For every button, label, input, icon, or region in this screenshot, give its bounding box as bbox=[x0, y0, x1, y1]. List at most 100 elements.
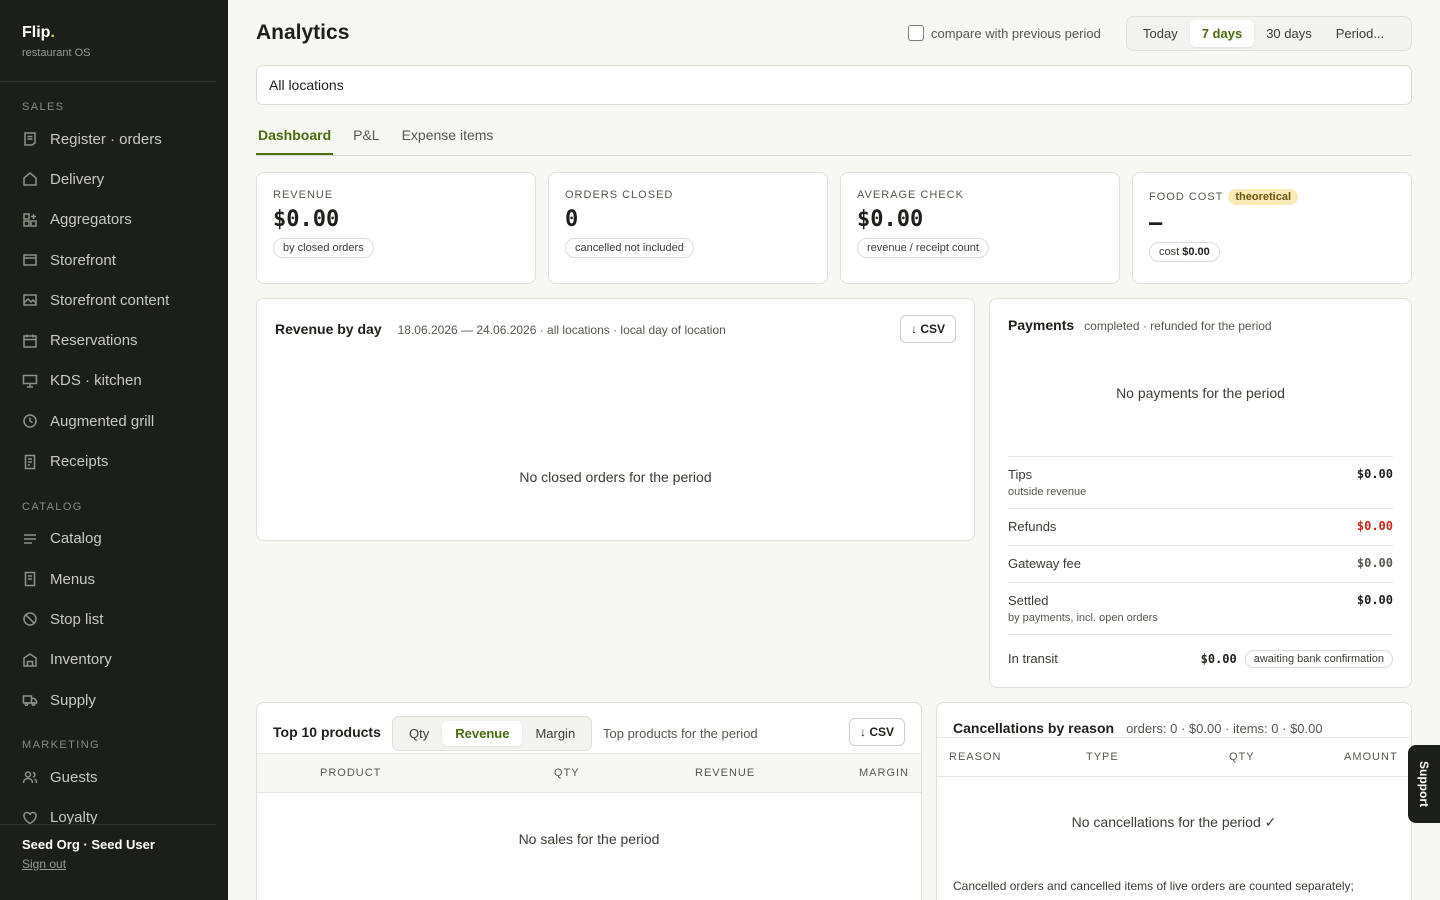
sidebar-item-label: Supply bbox=[50, 691, 96, 709]
monitor-icon bbox=[22, 374, 38, 388]
kpi-average-check-card: AVERAGE CHECK $0.00 revenue / receipt co… bbox=[840, 172, 1120, 284]
payment-amount: $0.00 bbox=[1356, 593, 1393, 607]
payment-amount: $0.00 bbox=[1356, 467, 1393, 481]
menu-book-icon bbox=[24, 571, 36, 587]
sidebar-item-label: Augmented grill bbox=[50, 412, 155, 430]
payments-card: Payments completed · refunded for the pe… bbox=[989, 298, 1412, 688]
users-icon bbox=[22, 771, 38, 784]
page-title: Analytics bbox=[256, 21, 350, 44]
kpi-note: cost $0.00 bbox=[1149, 242, 1220, 262]
period-custom-button[interactable]: Period... bbox=[1324, 20, 1396, 47]
main-content: Analytics compare with previous period T… bbox=[256, 0, 1412, 900]
sidebar-item-receipts[interactable]: Receipts bbox=[0, 441, 228, 481]
compare-label: compare with previous period bbox=[931, 25, 1101, 41]
payment-amount: $0.00 bbox=[1200, 651, 1237, 666]
payment-row-labels: Tips outside revenue bbox=[1008, 467, 1086, 498]
cancellations-card: Cancellations by reason orders: 0 · $0.0… bbox=[936, 702, 1412, 900]
period-today-button[interactable]: Today bbox=[1131, 20, 1190, 47]
empty-state: No closed orders for the period bbox=[519, 469, 712, 485]
empty-state: No payments for the period bbox=[1116, 385, 1285, 401]
sidebar-item-label: Delivery bbox=[50, 170, 105, 188]
column-header-reason[interactable]: REASON bbox=[949, 751, 1001, 763]
csv-export-button[interactable]: ↓ CSV bbox=[899, 315, 956, 343]
sidebar-item-storefront-content[interactable]: Storefront content bbox=[0, 280, 228, 320]
compare-toggle[interactable]: compare with previous period bbox=[908, 25, 1101, 41]
payment-label: Tips bbox=[1008, 467, 1033, 482]
kpi-value: $0.00 bbox=[857, 207, 924, 232]
truck-icon bbox=[22, 695, 38, 707]
csv-export-button[interactable]: ↓ CSV bbox=[848, 718, 905, 746]
column-header-qty[interactable]: QTY bbox=[554, 767, 580, 779]
payment-label: Refunds bbox=[1008, 519, 1057, 534]
sidebar-item-storefront[interactable]: Storefront bbox=[0, 240, 228, 280]
kpi-note-value: $0.00 bbox=[1182, 246, 1210, 258]
compare-checkbox[interactable] bbox=[908, 25, 924, 41]
sidebar-item-delivery[interactable]: Delivery bbox=[0, 159, 228, 199]
kpi-food-cost-card: FOOD COST theoretical — cost $0.00 bbox=[1132, 172, 1412, 284]
location-select[interactable]: All locations bbox=[256, 65, 1412, 105]
period-30-days-button[interactable]: 30 days bbox=[1254, 20, 1324, 47]
tab-expense-items[interactable]: Expense items bbox=[400, 115, 496, 155]
column-header-type[interactable]: TYPE bbox=[1086, 751, 1119, 763]
column-header-revenue[interactable]: REVENUE bbox=[695, 767, 755, 779]
payment-label: Settled bbox=[1008, 593, 1049, 608]
sidebar-item-label: Storefront content bbox=[50, 291, 170, 309]
sidebar-item-guests[interactable]: Guests bbox=[0, 757, 228, 797]
kpi-label: AVERAGE CHECK bbox=[857, 189, 964, 201]
sidebar-item-reservations[interactable]: Reservations bbox=[0, 320, 228, 360]
sidebar-item-label: Register · orders bbox=[50, 130, 162, 148]
sidebar-item-register-orders[interactable]: Register · orders bbox=[0, 119, 228, 159]
tab-dashboard[interactable]: Dashboard bbox=[256, 115, 334, 155]
payment-amount: $0.00 bbox=[1356, 556, 1393, 570]
sidebar-item-inventory[interactable]: Inventory bbox=[0, 640, 228, 680]
support-button[interactable]: Support bbox=[1408, 745, 1440, 823]
sidebar-item-label: Aggregators bbox=[50, 211, 132, 229]
sidebar-item-menus[interactable]: Menus bbox=[0, 559, 228, 599]
kpi-value: 0 bbox=[565, 207, 579, 232]
kpi-value: — bbox=[1149, 211, 1163, 236]
table-header: PRODUCT QTY REVENUE MARGIN bbox=[257, 753, 921, 793]
sidebar-item-label: KDS · kitchen bbox=[50, 372, 142, 390]
mode-qty-button[interactable]: Qty bbox=[396, 721, 442, 746]
tab-pnl[interactable]: P&L bbox=[351, 115, 381, 155]
column-header-amount[interactable]: AMOUNT bbox=[1344, 751, 1398, 763]
payment-amount-group: $0.00 awaiting bank confirmation bbox=[1200, 649, 1393, 668]
column-header-margin[interactable]: MARGIN bbox=[859, 767, 909, 779]
brand-logo[interactable]: Flip. bbox=[22, 24, 194, 42]
nav-section-marketing: MARKETING bbox=[22, 739, 100, 752]
kpi-note: by closed orders bbox=[273, 238, 374, 258]
sidebar-item-supply[interactable]: Supply bbox=[0, 680, 228, 720]
payment-label: In transit bbox=[1008, 651, 1058, 666]
nav-section-catalog: CATALOG bbox=[22, 500, 83, 513]
period-7-days-button[interactable]: 7 days bbox=[1189, 20, 1255, 47]
image-icon bbox=[23, 294, 37, 307]
payment-sublabel: by payments, incl. open orders bbox=[1008, 612, 1158, 624]
kpi-label: REVENUE bbox=[273, 189, 334, 201]
sign-out-link[interactable]: Sign out bbox=[22, 857, 66, 871]
sidebar-item-loyalty[interactable]: Loyalty bbox=[0, 797, 228, 824]
support-label: Support bbox=[1417, 761, 1431, 807]
sidebar-nav: SALES Register · orders Delivery Aggrega… bbox=[0, 82, 228, 824]
revenue-by-day-header: Revenue by day 18.06.2026 — 24.06.2026 ·… bbox=[275, 321, 726, 337]
sidebar-item-augmented-grill[interactable]: Augmented grill bbox=[0, 401, 228, 441]
card-title: Revenue by day bbox=[275, 321, 382, 337]
sidebar-item-stop-list[interactable]: Stop list bbox=[0, 599, 228, 639]
column-header-qty[interactable]: QTY bbox=[1229, 751, 1255, 763]
calendar-icon bbox=[23, 334, 37, 348]
mode-revenue-button[interactable]: Revenue bbox=[442, 721, 523, 746]
payment-label: Gateway fee bbox=[1008, 556, 1081, 571]
brand: Flip. restaurant OS bbox=[0, 0, 216, 82]
sidebar-item-kds-kitchen[interactable]: KDS · kitchen bbox=[0, 361, 228, 401]
payment-row-tips: Tips outside revenue $0.00 bbox=[1008, 456, 1393, 508]
brand-tagline: restaurant OS bbox=[22, 47, 91, 59]
sidebar: Flip. restaurant OS SALES Register · ord… bbox=[0, 0, 228, 900]
sidebar-item-label: Stop list bbox=[50, 610, 104, 628]
sidebar-item-catalog[interactable]: Catalog bbox=[0, 519, 228, 559]
column-header-product[interactable]: PRODUCT bbox=[320, 767, 381, 779]
kpi-label: ORDERS CLOSED bbox=[565, 189, 674, 201]
kpi-value: $0.00 bbox=[273, 207, 340, 232]
sidebar-item-aggregators[interactable]: Aggregators bbox=[0, 200, 228, 240]
kpi-note-prefix: cost bbox=[1159, 246, 1180, 258]
sidebar-item-label: Receipts bbox=[50, 453, 109, 471]
mode-margin-button[interactable]: Margin bbox=[522, 721, 588, 746]
